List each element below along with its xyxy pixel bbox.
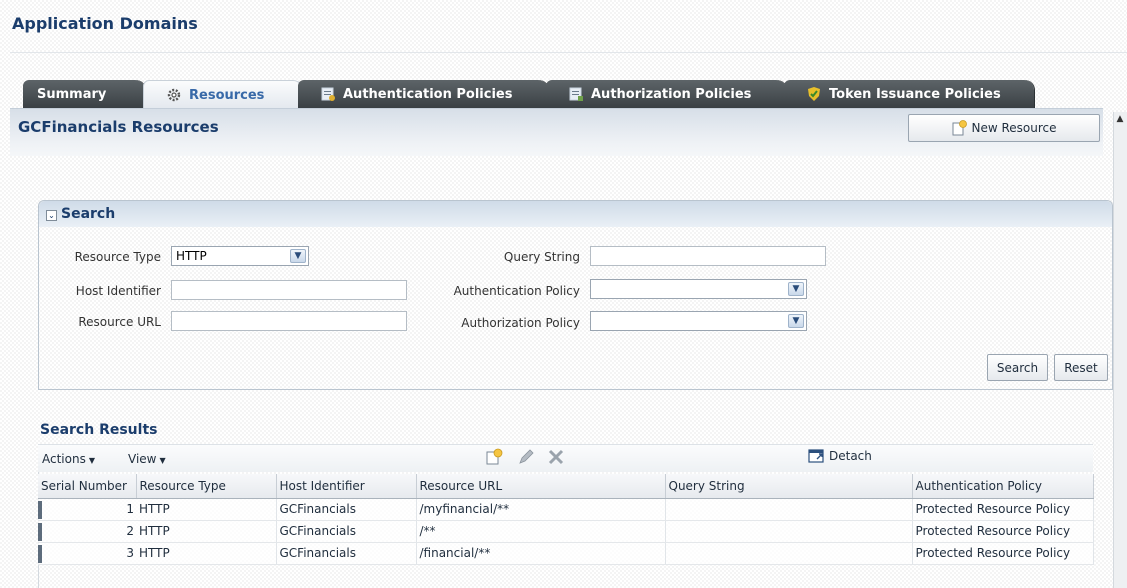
query-string-label: Query String <box>503 250 580 264</box>
actions-menu[interactable]: Actions ▼ <box>42 452 95 466</box>
tab-resources-label: Resources <box>189 87 265 103</box>
query-string-field[interactable] <box>590 246 826 266</box>
tab-authentication-policies[interactable]: Authentication Policies <box>298 80 548 108</box>
host-identifier-cell: GCFinancials <box>276 520 417 543</box>
authentication-policy-select[interactable]: ▼ <box>590 279 807 299</box>
tab-authorization-policies[interactable]: Authorization Policies <box>546 80 786 108</box>
new-resource-button[interactable]: New Resource <box>908 114 1100 142</box>
tab-resources[interactable]: Resources <box>143 80 303 109</box>
authorization-policy-select[interactable]: ▼ <box>590 311 807 331</box>
section-title: GCFinancials Resources <box>18 118 219 136</box>
new-resource-icon <box>951 120 968 136</box>
table-row[interactable]: 1 HTTP GCFinancials /myfinancial/** Prot… <box>38 498 1094 521</box>
results-table: Serial Number Resource Type Host Identif… <box>38 474 1094 565</box>
page-title: Application Domains <box>12 14 198 33</box>
column-header-query-string[interactable]: Query String <box>665 474 913 499</box>
search-button[interactable]: Search <box>987 354 1048 381</box>
create-row-icon[interactable] <box>484 447 504 467</box>
resource-type-cell: HTTP <box>136 542 277 565</box>
caret-down-icon: ▼ <box>88 456 95 465</box>
caret-down-icon: ▼ <box>159 456 166 465</box>
authorization-policy-label: Authorization Policy <box>461 316 580 330</box>
serial-number-cell: 1 <box>38 498 136 521</box>
reset-button[interactable]: Reset <box>1054 354 1108 381</box>
gear-icon <box>166 87 182 103</box>
tab-summary-label: Summary <box>37 86 107 102</box>
table-row[interactable]: 3 HTTP GCFinancials /financial/** Protec… <box>38 542 1094 565</box>
host-identifier-cell: GCFinancials <box>276 542 417 565</box>
table-header-row: Serial Number Resource Type Host Identif… <box>38 474 1094 499</box>
search-results-title: Search Results <box>40 422 158 438</box>
search-panel-header <box>39 201 1112 227</box>
authentication-policy-icon <box>320 86 336 102</box>
resource-type-cell: HTTP <box>136 498 277 521</box>
collapse-search-icon[interactable]: ⌄ <box>46 210 57 221</box>
edit-pencil-icon[interactable] <box>516 447 536 467</box>
query-string-cell <box>665 498 913 521</box>
column-header-authentication-policy[interactable]: Authentication Policy <box>912 474 1094 499</box>
resource-url-cell: /myfinancial/** <box>416 498 666 521</box>
resource-url-cell: /** <box>416 520 666 543</box>
serial-number-cell: 2 <box>38 520 136 543</box>
search-title: Search <box>61 206 116 222</box>
detach-label: Detach <box>829 449 872 463</box>
resource-url-label: Resource URL <box>78 315 161 329</box>
authentication-policy-label: Authentication Policy <box>453 284 580 298</box>
chevron-down-icon: ▼ <box>788 314 804 328</box>
tab-token-issuance-policies-label: Token Issuance Policies <box>829 86 1001 102</box>
table-row[interactable]: 2 HTTP GCFinancials /** Protected Resour… <box>38 520 1094 543</box>
resource-url-field[interactable] <box>171 311 407 331</box>
view-menu-label: View <box>128 452 157 466</box>
tab-token-issuance-policies[interactable]: Token Issuance Policies <box>784 80 1034 108</box>
chevron-down-icon: ▼ <box>290 249 306 263</box>
token-shield-icon <box>806 86 822 102</box>
serial-number-cell: 3 <box>38 542 136 565</box>
column-header-resource-url[interactable]: Resource URL <box>416 474 666 499</box>
query-string-cell <box>665 520 913 543</box>
vertical-scrollbar[interactable] <box>1113 112 1127 588</box>
view-menu[interactable]: View ▼ <box>128 452 166 466</box>
resource-url-cell: /financial/** <box>416 542 666 565</box>
host-identifier-field[interactable] <box>171 280 407 300</box>
column-header-resource-type[interactable]: Resource Type <box>136 474 277 499</box>
resource-type-cell: HTTP <box>136 520 277 543</box>
actions-menu-label: Actions <box>42 452 86 466</box>
query-string-cell <box>665 542 913 565</box>
title-divider <box>10 52 1127 53</box>
detach-icon <box>808 448 826 464</box>
host-identifier-label: Host Identifier <box>75 284 161 298</box>
tab-authentication-policies-label: Authentication Policies <box>343 86 513 102</box>
column-header-serial-number[interactable]: Serial Number <box>38 474 137 499</box>
chevron-down-icon: ▼ <box>788 282 804 296</box>
tab-summary[interactable]: Summary <box>23 80 145 108</box>
tab-authorization-policies-label: Authorization Policies <box>591 86 752 102</box>
authentication-policy-cell: Protected Resource Policy <box>912 498 1094 521</box>
detach-button[interactable]: Detach <box>808 448 872 464</box>
resource-type-value: HTTP <box>176 249 207 263</box>
resource-type-select[interactable]: HTTP ▼ <box>171 246 309 266</box>
scroll-up-arrow-icon[interactable]: ▲ <box>1113 112 1127 126</box>
authentication-policy-cell: Protected Resource Policy <box>912 542 1094 565</box>
authorization-policy-icon <box>568 86 584 102</box>
delete-x-icon[interactable] <box>546 447 566 467</box>
new-resource-label: New Resource <box>971 121 1057 135</box>
host-identifier-cell: GCFinancials <box>276 498 417 521</box>
column-header-host-identifier[interactable]: Host Identifier <box>276 474 417 499</box>
resource-type-label: Resource Type <box>74 250 161 264</box>
authentication-policy-cell: Protected Resource Policy <box>912 520 1094 543</box>
